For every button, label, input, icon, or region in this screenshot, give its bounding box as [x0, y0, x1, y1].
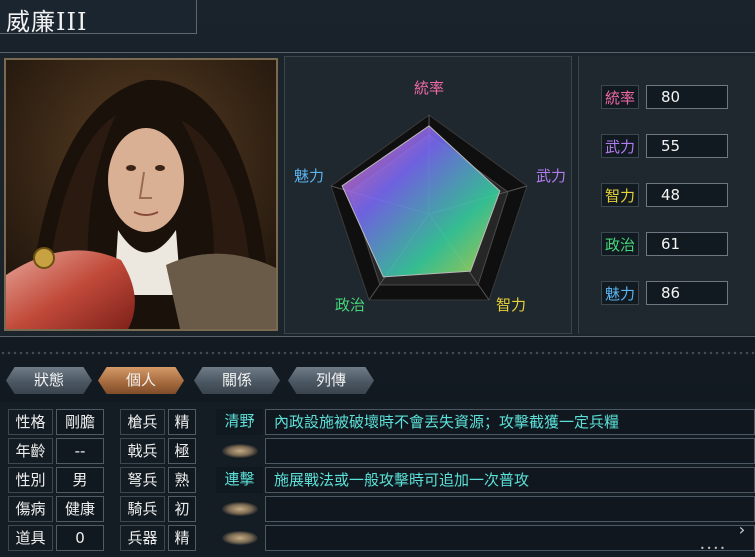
- aptitude-value-spear: 精: [168, 409, 196, 435]
- stat-label-leadership: 統率: [601, 85, 639, 109]
- skill-desc-2: [265, 438, 755, 464]
- stat-value-leadership: 80: [646, 85, 728, 109]
- skill-empty-slot-icon: [222, 502, 258, 516]
- stat-label-war: 武力: [601, 134, 639, 158]
- stat-label-charisma: 魅力: [601, 281, 639, 305]
- section-divider: [0, 351, 755, 355]
- skill-name-3[interactable]: 連擊: [216, 467, 263, 493]
- portrait-image: [6, 60, 276, 329]
- stat-value-war: 55: [646, 134, 728, 158]
- aptitude-label-halberd: 戟兵: [120, 438, 165, 464]
- character-portrait: [4, 58, 278, 331]
- profile-value-items: 0: [56, 525, 104, 551]
- skill-desc-5: [265, 525, 755, 551]
- stat-row-war: 武力 55: [601, 133, 728, 159]
- radar-label-war: 武力: [536, 167, 566, 185]
- radar-chart: 統率 武力 智力 政治 魅力: [294, 79, 566, 314]
- radar-label-intelligence: 智力: [496, 296, 526, 314]
- stat-value-charisma: 86: [646, 281, 728, 305]
- tab-relations[interactable]: 關係: [194, 367, 280, 394]
- stat-value-politics: 61: [646, 232, 728, 256]
- character-name: 威廉III: [6, 8, 88, 36]
- skill-empty-slot-icon: [222, 444, 258, 458]
- aptitude-value-cavalry: 初: [168, 496, 196, 522]
- skill-desc-3: 施展戰法或一般攻擊時可追加一次普攻: [265, 467, 755, 493]
- profile-value-age: --: [56, 438, 104, 464]
- radar-label-charisma: 魅力: [294, 167, 324, 185]
- stat-row-intelligence: 智力 48: [601, 182, 728, 208]
- aptitude-value-siege: 精: [168, 525, 196, 551]
- scroll-right-icon[interactable]: ›: [731, 519, 753, 541]
- name-header: 威廉III: [0, 0, 197, 36]
- tab-status[interactable]: 狀態: [6, 367, 92, 394]
- profile-value-personality: 剛膽: [56, 409, 104, 435]
- aptitude-label-spear: 槍兵: [120, 409, 165, 435]
- stat-value-intelligence: 48: [646, 183, 728, 207]
- aptitude-label-cavalry: 騎兵: [120, 496, 165, 522]
- attribute-radar: 統率 武力 智力 政治 魅力: [284, 56, 572, 334]
- profile-label-health: 傷病: [8, 496, 53, 522]
- profile-label-gender: 性別: [8, 467, 53, 493]
- aptitude-label-siege: 兵器: [120, 525, 165, 551]
- radar-label-politics: 政治: [335, 296, 365, 314]
- tab-personal[interactable]: 個人: [98, 367, 184, 394]
- profile-value-health: 健康: [56, 496, 104, 522]
- aptitude-label-crossbow: 弩兵: [120, 467, 165, 493]
- profile-value-gender: 男: [56, 467, 104, 493]
- stat-row-charisma: 魅力 86: [601, 280, 728, 306]
- aptitude-value-crossbow: 熟: [168, 467, 196, 493]
- page-dots-icon: ••••: [700, 544, 727, 553]
- skill-desc-1: 內政設施被破壞時不會丟失資源；攻擊截獲一定兵糧: [265, 409, 755, 435]
- stat-label-politics: 政治: [601, 232, 639, 256]
- stat-label-intelligence: 智力: [601, 183, 639, 207]
- skill-name-1[interactable]: 清野: [216, 409, 263, 435]
- profile-label-items: 道具: [8, 525, 53, 551]
- stat-row-leadership: 統率 80: [601, 84, 728, 110]
- stat-row-politics: 政治 61: [601, 231, 728, 257]
- skill-empty-slot-icon: [222, 531, 258, 545]
- stat-panel: 統率 80 武力 55 智力 48 政治 61 魅力 86: [578, 56, 755, 334]
- skill-desc-4: [265, 496, 755, 522]
- aptitude-value-halberd: 極: [168, 438, 196, 464]
- radar-label-leadership: 統率: [414, 79, 444, 97]
- profile-label-personality: 性格: [8, 409, 53, 435]
- tab-biography[interactable]: 列傳: [288, 367, 374, 394]
- profile-label-age: 年齡: [8, 438, 53, 464]
